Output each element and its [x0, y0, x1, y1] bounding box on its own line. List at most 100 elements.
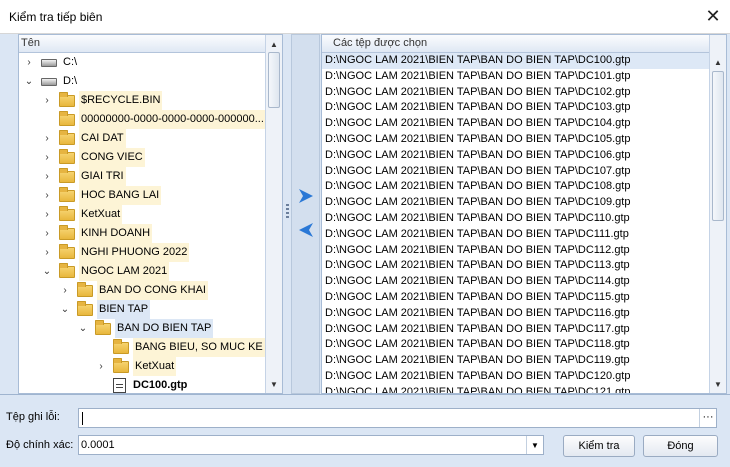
- chevron-down-icon[interactable]: ▼: [526, 436, 543, 454]
- file-list-item[interactable]: D:\NGOC LAM 2021\BIEN TAP\BAN DO BIEN TA…: [322, 69, 709, 85]
- file-list-item[interactable]: D:\NGOC LAM 2021\BIEN TAP\BAN DO BIEN TA…: [322, 369, 709, 385]
- collapse-chevron-icon[interactable]: ⌄: [41, 262, 53, 281]
- tree-node[interactable]: ⌄ NGOC LAM 2021: [41, 262, 170, 281]
- add-files-button[interactable]: [293, 184, 318, 208]
- file-list-item[interactable]: D:\NGOC LAM 2021\BIEN TAP\BAN DO BIEN TA…: [322, 274, 709, 290]
- file-list-item[interactable]: D:\NGOC LAM 2021\BIEN TAP\BAN DO BIEN TA…: [322, 290, 709, 306]
- tree-node[interactable]: › CONG VIEC: [41, 148, 145, 167]
- file-list-item[interactable]: D:\NGOC LAM 2021\BIEN TAP\BAN DO BIEN TA…: [322, 337, 709, 353]
- list-scrollbar[interactable]: ▲ ▼: [709, 35, 726, 393]
- remove-files-button[interactable]: [293, 218, 318, 242]
- expand-chevron-icon[interactable]: ›: [23, 53, 35, 72]
- scroll-up-icon[interactable]: ▲: [710, 54, 726, 70]
- file-list-item[interactable]: D:\NGOC LAM 2021\BIEN TAP\BAN DO BIEN TA…: [322, 53, 709, 69]
- error-file-field[interactable]: ···: [78, 408, 717, 428]
- folder-icon: [59, 243, 75, 259]
- scroll-down-icon[interactable]: ▼: [710, 376, 726, 392]
- tree-node[interactable]: › KetXuat: [95, 357, 177, 376]
- expand-chevron-icon[interactable]: ›: [41, 205, 53, 224]
- tree-node[interactable]: › NGHI PHUONG 2022: [41, 243, 190, 262]
- tree-node[interactable]: › C:\: [23, 53, 79, 72]
- close-button[interactable]: Đóng: [643, 435, 718, 457]
- expand-chevron-icon[interactable]: ›: [41, 91, 53, 110]
- file-list-item[interactable]: D:\NGOC LAM 2021\BIEN TAP\BAN DO BIEN TA…: [322, 179, 709, 195]
- check-button[interactable]: Kiểm tra: [563, 435, 635, 457]
- scroll-thumb[interactable]: [712, 71, 724, 221]
- arrow-right-icon: [298, 189, 313, 203]
- file-list-item[interactable]: D:\NGOC LAM 2021\BIEN TAP\BAN DO BIEN TA…: [322, 116, 709, 132]
- tree-node-label: NGOC LAM 2021: [79, 262, 170, 281]
- file-list-item[interactable]: D:\NGOC LAM 2021\BIEN TAP\BAN DO BIEN TA…: [322, 164, 709, 180]
- expand-chevron-icon[interactable]: ›: [41, 129, 53, 148]
- tree-node[interactable]: ⌄ BAN DO BIEN TAP: [77, 319, 214, 338]
- transfer-buttons: [291, 34, 320, 394]
- tree-node[interactable]: DC100.gtp: [95, 376, 189, 393]
- folder-icon: [59, 262, 75, 278]
- folder-icon: [59, 167, 75, 183]
- collapse-chevron-icon[interactable]: ⌄: [59, 300, 71, 319]
- file-list-item[interactable]: D:\NGOC LAM 2021\BIEN TAP\BAN DO BIEN TA…: [322, 148, 709, 164]
- file-list-item[interactable]: D:\NGOC LAM 2021\BIEN TAP\BAN DO BIEN TA…: [322, 243, 709, 259]
- file-list-item[interactable]: D:\NGOC LAM 2021\BIEN TAP\BAN DO BIEN TA…: [322, 195, 709, 211]
- collapse-chevron-icon[interactable]: ⌄: [23, 72, 35, 91]
- selected-files-list: D:\NGOC LAM 2021\BIEN TAP\BAN DO BIEN TA…: [322, 53, 709, 393]
- scroll-thumb[interactable]: [268, 52, 280, 108]
- drive-icon: [41, 58, 57, 67]
- tree-scrollbar[interactable]: ▲ ▼: [265, 35, 282, 393]
- file-list-item[interactable]: D:\NGOC LAM 2021\BIEN TAP\BAN DO BIEN TA…: [322, 211, 709, 227]
- scroll-up-icon[interactable]: ▲: [266, 36, 282, 52]
- tree-node[interactable]: › KINH DOANH: [41, 224, 153, 243]
- tree-node-label: KINH DOANH: [79, 224, 153, 243]
- tree-node-label: C:\: [63, 56, 78, 68]
- tree-node-label: HOC BANG LAI: [79, 186, 162, 205]
- file-list-item[interactable]: D:\NGOC LAM 2021\BIEN TAP\BAN DO BIEN TA…: [322, 306, 709, 322]
- selected-files-header[interactable]: Các tệp được chọn: [322, 35, 726, 53]
- expand-chevron-icon[interactable]: ›: [41, 148, 53, 167]
- file-list-item[interactable]: D:\NGOC LAM 2021\BIEN TAP\BAN DO BIEN TA…: [322, 100, 709, 116]
- splitter-grip[interactable]: [286, 204, 289, 220]
- tree-node-label: NGHI PHUONG 2022: [79, 243, 190, 262]
- expand-chevron-icon[interactable]: ›: [95, 357, 107, 376]
- error-file-label: Tệp ghi lỗi:: [6, 411, 60, 423]
- expand-chevron-icon[interactable]: ›: [41, 243, 53, 262]
- file-list-item[interactable]: D:\NGOC LAM 2021\BIEN TAP\BAN DO BIEN TA…: [322, 132, 709, 148]
- browse-button[interactable]: ···: [699, 409, 716, 427]
- tree-node[interactable]: › CAI DAT: [41, 129, 126, 148]
- folder-icon: [77, 281, 93, 297]
- drive-icon: [41, 77, 57, 86]
- tree-node[interactable]: › GIAI TRI: [41, 167, 126, 186]
- tree-node-label: BAN DO BIEN TAP: [115, 319, 214, 338]
- folder-icon: [113, 357, 129, 373]
- tree-node[interactable]: 00000000-0000-0000-0000-000000...: [41, 110, 266, 129]
- tree-node[interactable]: ⌄ BIEN TAP: [59, 300, 151, 319]
- tree-node[interactable]: › $RECYCLE.BIN: [41, 91, 163, 110]
- tree-header-name[interactable]: Tên: [19, 35, 266, 53]
- tree-node[interactable]: BANG BIEU, SO MUC KE: [95, 338, 265, 357]
- close-icon[interactable]: ✕: [702, 5, 724, 27]
- folder-tree: › C:\ ⌄ D:\ › $RECYCLE.BIN 00000000-0000-0000-…: [19, 53, 266, 393]
- file-list-item[interactable]: D:\NGOC LAM 2021\BIEN TAP\BAN DO BIEN TA…: [322, 85, 709, 101]
- file-list-item[interactable]: D:\NGOC LAM 2021\BIEN TAP\BAN DO BIEN TA…: [322, 227, 709, 243]
- precision-combo[interactable]: 0.0001 ▼: [78, 435, 544, 455]
- expand-chevron-icon[interactable]: ›: [41, 224, 53, 243]
- expand-chevron-icon[interactable]: ›: [59, 281, 71, 300]
- precision-value: 0.0001: [81, 439, 115, 451]
- scroll-down-icon[interactable]: ▼: [266, 376, 282, 392]
- tree-node[interactable]: ⌄ D:\: [23, 72, 79, 91]
- expand-chevron-icon[interactable]: ›: [41, 186, 53, 205]
- collapse-chevron-icon[interactable]: ⌄: [77, 319, 89, 338]
- file-list-item[interactable]: D:\NGOC LAM 2021\BIEN TAP\BAN DO BIEN TA…: [322, 353, 709, 369]
- tree-node[interactable]: › HOC BANG LAI: [41, 186, 162, 205]
- folder-icon: [59, 129, 75, 145]
- tree-node-label: CAI DAT: [79, 129, 126, 148]
- file-list-item[interactable]: D:\NGOC LAM 2021\BIEN TAP\BAN DO BIEN TA…: [322, 258, 709, 274]
- file-list-item[interactable]: D:\NGOC LAM 2021\BIEN TAP\BAN DO BIEN TA…: [322, 385, 709, 393]
- folder-icon: [59, 205, 75, 221]
- file-list-item[interactable]: D:\NGOC LAM 2021\BIEN TAP\BAN DO BIEN TA…: [322, 322, 709, 338]
- tree-node[interactable]: › KetXuat: [41, 205, 123, 224]
- folder-icon: [77, 300, 93, 316]
- tree-node[interactable]: › BAN DO CONG KHAI: [59, 281, 208, 300]
- window-title: Kiểm tra tiếp biên: [9, 10, 103, 24]
- expand-chevron-icon[interactable]: ›: [41, 167, 53, 186]
